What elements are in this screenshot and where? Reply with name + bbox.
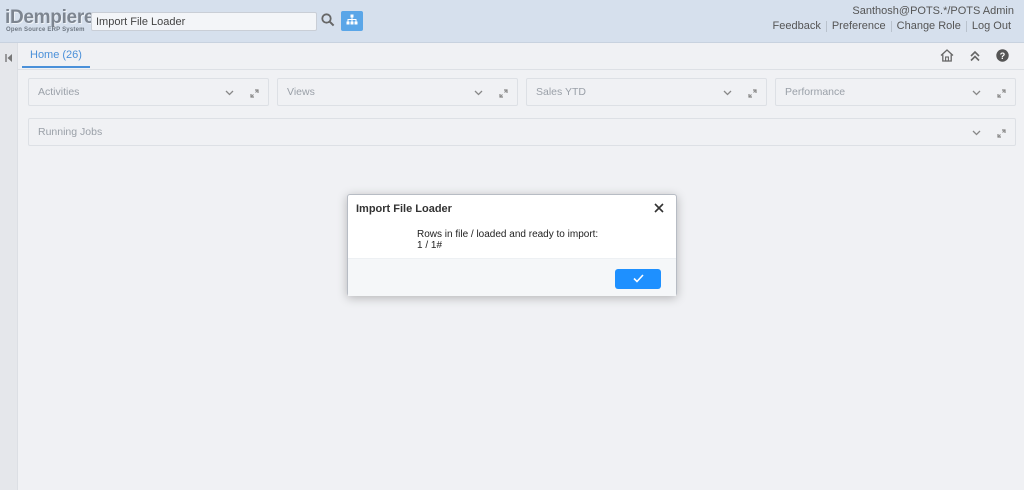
- panel-title: Activities: [38, 86, 80, 98]
- expand-icon[interactable]: [995, 87, 1007, 99]
- west-panel-collapsed: [0, 43, 18, 490]
- collapse-west-icon[interactable]: [4, 52, 14, 62]
- panel-running-jobs: Running Jobs: [28, 118, 1016, 146]
- logo-text: iDempiere: [5, 7, 95, 28]
- chevron-down-icon[interactable]: [970, 127, 982, 139]
- panel-performance: Performance: [775, 78, 1016, 106]
- message-line: Rows in file / loaded and ready to impor…: [417, 229, 599, 240]
- panel-title: Sales YTD: [536, 86, 586, 98]
- header-bar: iDempiere Open Source ERP System Santhos…: [0, 0, 1024, 43]
- global-search-input[interactable]: [91, 12, 317, 31]
- chevron-down-icon[interactable]: [472, 87, 484, 99]
- dialog-title: Import File Loader: [356, 203, 452, 215]
- search-icon: [321, 12, 335, 30]
- message-line: 1 / 1#: [417, 240, 443, 251]
- chevron-down-icon[interactable]: [223, 87, 235, 99]
- panel-activities: Activities: [28, 78, 269, 106]
- sitemap-icon: [346, 14, 358, 28]
- tab-toolbar: ?: [939, 48, 1010, 63]
- double-chevron-up-icon[interactable]: [967, 48, 982, 63]
- chevron-down-icon[interactable]: [970, 87, 982, 99]
- tab-home[interactable]: Home (26): [22, 43, 90, 68]
- change-role-link[interactable]: Change Role: [892, 20, 966, 32]
- svg-text:?: ?: [1000, 51, 1006, 61]
- panel-title: Performance: [785, 86, 846, 98]
- preference-link[interactable]: Preference: [827, 20, 891, 32]
- feedback-link[interactable]: Feedback: [768, 20, 826, 32]
- panel-views: Views: [277, 78, 518, 106]
- expand-icon[interactable]: [995, 127, 1007, 139]
- chevron-down-icon[interactable]: [721, 87, 733, 99]
- help-icon[interactable]: ?: [995, 48, 1010, 63]
- ok-button[interactable]: [615, 269, 661, 289]
- expand-icon[interactable]: [248, 87, 260, 99]
- import-file-loader-dialog: Import File Loader Rows in file / loaded…: [347, 194, 677, 296]
- home-icon[interactable]: [939, 48, 954, 63]
- panel-title: Views: [287, 86, 315, 98]
- dialog-footer: [348, 258, 676, 296]
- close-icon[interactable]: [653, 202, 665, 214]
- user-role-label: Santhosh@POTS.*/POTS Admin: [852, 5, 1014, 17]
- dialog-message: Rows in file / loaded and ready to impor…: [417, 229, 598, 251]
- panel-title: Running Jobs: [38, 126, 103, 138]
- expand-icon[interactable]: [746, 87, 758, 99]
- search-button[interactable]: [318, 11, 338, 31]
- check-icon: [632, 272, 644, 286]
- app-logo[interactable]: iDempiere Open Source ERP System: [5, 7, 94, 35]
- logo-subtext: Open Source ERP System: [6, 27, 85, 33]
- logout-link[interactable]: Log Out: [967, 20, 1016, 32]
- menu-tree-button[interactable]: [341, 11, 363, 31]
- tab-bar: Home (26) ?: [18, 43, 1024, 70]
- panel-sales-ytd: Sales YTD: [526, 78, 767, 106]
- header-links: Feedback Preference Change Role Log Out: [768, 20, 1016, 32]
- expand-icon[interactable]: [497, 87, 509, 99]
